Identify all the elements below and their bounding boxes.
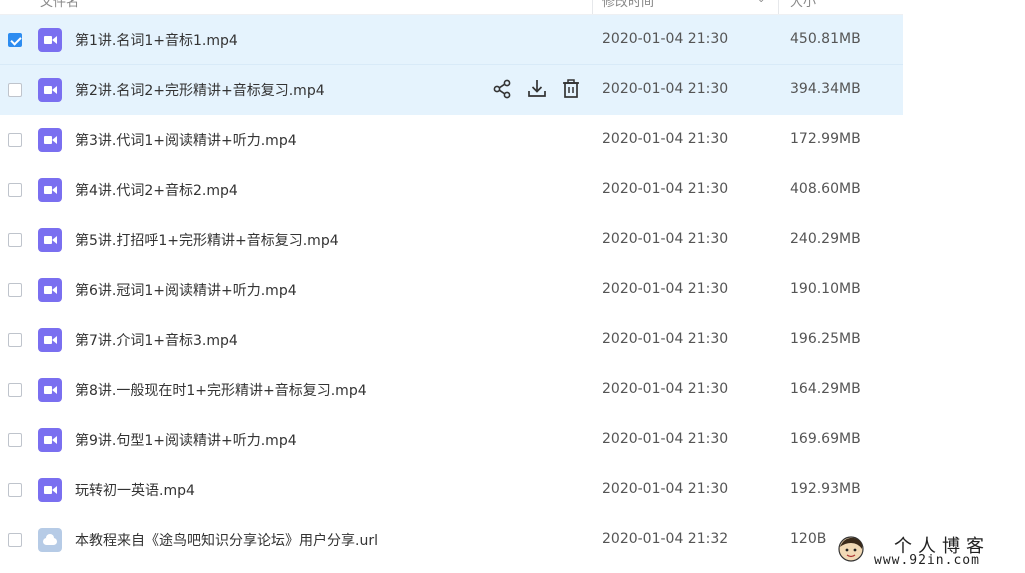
file-row[interactable]: 第1讲.名词1+音标1.mp4 2020-01-04 21:30 450.81M… bbox=[0, 15, 903, 65]
file-row[interactable]: 玩转初一英语.mp4 2020-01-04 21:30 192.93MB bbox=[0, 465, 903, 515]
file-size: 408.60MB bbox=[790, 181, 861, 197]
column-header-size[interactable]: 大小 bbox=[790, 0, 816, 10]
file-name[interactable]: 第4讲.代词2+音标2.mp4 bbox=[75, 180, 238, 200]
file-date: 2020-01-04 21:30 bbox=[602, 381, 729, 397]
row-checkbox[interactable] bbox=[8, 433, 22, 447]
file-name[interactable]: 第9讲.句型1+阅读精讲+听力.mp4 bbox=[75, 430, 297, 450]
file-size: 240.29MB bbox=[790, 231, 861, 247]
video-file-icon bbox=[38, 328, 62, 352]
file-row[interactable]: 第7讲.介词1+音标3.mp4 2020-01-04 21:30 196.25M… bbox=[0, 315, 903, 365]
column-divider bbox=[592, 0, 593, 14]
file-size: 190.10MB bbox=[790, 281, 861, 297]
file-row[interactable]: 第4讲.代词2+音标2.mp4 2020-01-04 21:30 408.60M… bbox=[0, 165, 903, 215]
watermark-url: www.92in.com bbox=[874, 553, 980, 568]
file-date: 2020-01-04 21:30 bbox=[602, 481, 729, 497]
delete-icon[interactable] bbox=[560, 78, 582, 100]
avatar-icon bbox=[838, 536, 864, 562]
file-size: 120B bbox=[790, 531, 827, 547]
file-size: 164.29MB bbox=[790, 381, 861, 397]
row-checkbox[interactable] bbox=[8, 533, 22, 547]
file-row[interactable]: 第2讲.名词2+完形精讲+音标复习.mp4 2020-01-04 21:30 3… bbox=[0, 65, 903, 115]
file-name[interactable]: 第2讲.名词2+完形精讲+音标复习.mp4 bbox=[75, 80, 325, 100]
file-size: 394.34MB bbox=[790, 81, 861, 97]
file-name[interactable]: 玩转初一英语.mp4 bbox=[75, 480, 195, 500]
file-date: 2020-01-04 21:30 bbox=[602, 331, 729, 347]
link-file-icon bbox=[38, 528, 62, 552]
file-row[interactable]: 第5讲.打招呼1+完形精讲+音标复习.mp4 2020-01-04 21:30 … bbox=[0, 215, 903, 265]
row-checkbox[interactable] bbox=[8, 283, 22, 297]
column-divider bbox=[778, 0, 779, 14]
file-name[interactable]: 第1讲.名词1+音标1.mp4 bbox=[75, 30, 238, 50]
row-checkbox[interactable] bbox=[8, 333, 22, 347]
video-file-icon bbox=[38, 478, 62, 502]
sort-arrow-icon[interactable]: ⌄ bbox=[757, 0, 765, 5]
column-header-name[interactable]: 文件名 bbox=[40, 0, 79, 10]
file-size: 192.93MB bbox=[790, 481, 861, 497]
video-file-icon bbox=[38, 28, 62, 52]
video-file-icon bbox=[38, 228, 62, 252]
video-file-icon bbox=[38, 178, 62, 202]
row-checkbox[interactable] bbox=[8, 183, 22, 197]
column-header-date[interactable]: 修改时间 bbox=[602, 0, 654, 10]
file-name[interactable]: 第8讲.一般现在时1+完形精讲+音标复习.mp4 bbox=[75, 380, 367, 400]
row-checkbox[interactable] bbox=[8, 83, 22, 97]
video-file-icon bbox=[38, 128, 62, 152]
row-checkbox[interactable] bbox=[8, 383, 22, 397]
row-checkbox[interactable] bbox=[8, 33, 22, 47]
row-checkbox[interactable] bbox=[8, 133, 22, 147]
file-row[interactable]: 第6讲.冠词1+阅读精讲+听力.mp4 2020-01-04 21:30 190… bbox=[0, 265, 903, 315]
video-file-icon bbox=[38, 78, 62, 102]
blog-watermark: 个人博客 www.92in.com bbox=[836, 530, 1025, 573]
file-name[interactable]: 第7讲.介词1+音标3.mp4 bbox=[75, 330, 238, 350]
file-list: 第1讲.名词1+音标1.mp4 2020-01-04 21:30 450.81M… bbox=[0, 15, 1025, 565]
file-name[interactable]: 第6讲.冠词1+阅读精讲+听力.mp4 bbox=[75, 280, 297, 300]
file-row[interactable]: 第8讲.一般现在时1+完形精讲+音标复习.mp4 2020-01-04 21:3… bbox=[0, 365, 903, 415]
row-checkbox[interactable] bbox=[8, 233, 22, 247]
file-row[interactable]: 第9讲.句型1+阅读精讲+听力.mp4 2020-01-04 21:30 169… bbox=[0, 415, 903, 465]
file-name[interactable]: 第5讲.打招呼1+完形精讲+音标复习.mp4 bbox=[75, 230, 339, 250]
file-date: 2020-01-04 21:30 bbox=[602, 231, 729, 247]
file-list-header: 文件名 修改时间 ⌄ 大小 bbox=[0, 0, 903, 15]
file-date: 2020-01-04 21:32 bbox=[602, 531, 729, 547]
file-size: 450.81MB bbox=[790, 31, 861, 47]
file-name[interactable]: 第3讲.代词1+阅读精讲+听力.mp4 bbox=[75, 130, 297, 150]
download-icon[interactable] bbox=[526, 78, 548, 100]
video-file-icon bbox=[38, 428, 62, 452]
file-date: 2020-01-04 21:30 bbox=[602, 431, 729, 447]
file-date: 2020-01-04 21:30 bbox=[602, 281, 729, 297]
video-file-icon bbox=[38, 378, 62, 402]
file-size: 172.99MB bbox=[790, 131, 861, 147]
file-size: 196.25MB bbox=[790, 331, 861, 347]
file-date: 2020-01-04 21:30 bbox=[602, 31, 729, 47]
video-file-icon bbox=[38, 278, 62, 302]
file-row[interactable]: 第3讲.代词1+阅读精讲+听力.mp4 2020-01-04 21:30 172… bbox=[0, 115, 903, 165]
file-name[interactable]: 本教程来自《途鸟吧知识分享论坛》用户分享.url bbox=[75, 530, 378, 550]
file-date: 2020-01-04 21:30 bbox=[602, 131, 729, 147]
file-date: 2020-01-04 21:30 bbox=[602, 81, 729, 97]
file-size: 169.69MB bbox=[790, 431, 861, 447]
row-checkbox[interactable] bbox=[8, 483, 22, 497]
file-date: 2020-01-04 21:30 bbox=[602, 181, 729, 197]
file-row[interactable]: 本教程来自《途鸟吧知识分享论坛》用户分享.url 2020-01-04 21:3… bbox=[0, 515, 903, 565]
share-icon[interactable] bbox=[492, 78, 514, 100]
